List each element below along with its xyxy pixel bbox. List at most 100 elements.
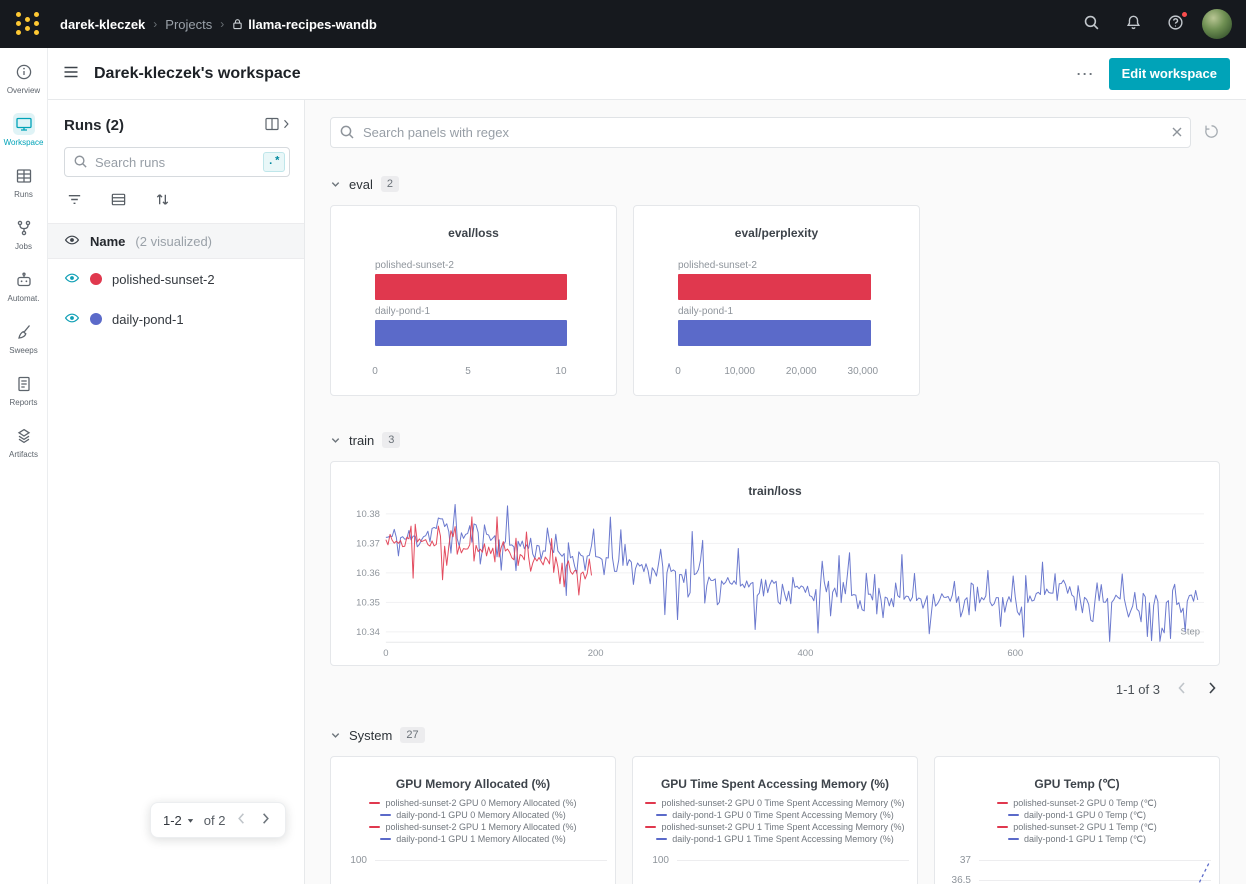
section-count-badge: 3 <box>382 432 400 448</box>
breadcrumb-separator: › <box>220 17 224 31</box>
toggle-all-visibility-button[interactable] <box>64 232 80 251</box>
next-panel-button[interactable] <box>1204 680 1220 699</box>
prev-page-button[interactable] <box>234 811 249 829</box>
gridline <box>375 860 607 861</box>
chart-panel-eval-loss[interactable]: eval/loss polished-sunset-2daily-pond-10… <box>330 205 617 396</box>
section-count-badge: 27 <box>400 727 424 743</box>
top-navbar: darek-kleczek › Projects › llama-recipes… <box>0 0 1246 48</box>
run-row-polished-sunset-2[interactable]: polished-sunset-2 <box>48 259 304 299</box>
section-name: eval <box>349 177 373 192</box>
sidebar-item-workspace[interactable]: Workspace <box>1 110 47 150</box>
run-visibility-toggle[interactable] <box>64 310 80 329</box>
sidebar-item-jobs[interactable]: Jobs <box>1 214 47 254</box>
eye-icon <box>64 310 80 329</box>
chart-title: GPU Memory Allocated (%) <box>331 777 615 791</box>
sidebar-item-artifacts[interactable]: Artifacts <box>1 422 47 462</box>
section-eval-header[interactable]: eval 2 <box>330 176 399 192</box>
svg-text:200: 200 <box>588 648 604 659</box>
gridline <box>677 860 909 861</box>
filter-button[interactable] <box>64 191 84 211</box>
chevron-right-icon <box>1204 680 1220 699</box>
legend-label: polished-sunset-2 GPU 0 Memory Allocated… <box>385 798 576 808</box>
breadcrumb-user[interactable]: darek-kleczek <box>60 17 145 32</box>
breadcrumb-separator: › <box>153 17 157 31</box>
train-pagination: 1-1 of 3 <box>330 680 1220 699</box>
sidebar-item-reports[interactable]: Reports <box>1 370 47 410</box>
legend-label: polished-sunset-2 GPU 1 Memory Allocated… <box>385 822 576 832</box>
help-icon <box>1167 14 1184 34</box>
y-axis-tick: 37 <box>945 855 971 866</box>
section-train-header[interactable]: train 3 <box>330 432 400 448</box>
chart-panel-eval-perplexity[interactable]: eval/perplexity polished-sunset-2daily-p… <box>633 205 920 396</box>
svg-text:10.35: 10.35 <box>356 597 380 608</box>
legend-label: daily-pond-1 GPU 1 Time Spent Accessing … <box>672 834 894 844</box>
chart-plot: 37 36.5 <box>935 855 1219 884</box>
sort-button[interactable] <box>152 191 172 211</box>
clear-search-button[interactable] <box>1170 125 1184 142</box>
notifications-button[interactable] <box>1118 9 1148 39</box>
avatar[interactable] <box>1202 9 1232 39</box>
sidebar-item-runs[interactable]: Runs <box>1 162 47 202</box>
search-panels-input[interactable] <box>330 117 1191 148</box>
left-nav-rail: Overview Workspace Runs Jobs Automat. Sw… <box>0 48 48 884</box>
visualized-count: (2 visualized) <box>135 234 212 249</box>
search-icon <box>1083 14 1100 34</box>
fork-icon <box>13 217 35 239</box>
svg-text:10.36: 10.36 <box>356 568 380 579</box>
menu-button[interactable] <box>62 63 80 84</box>
search-history-button[interactable] <box>1203 123 1220 143</box>
svg-text:10.37: 10.37 <box>356 538 380 549</box>
run-row-daily-pond-1[interactable]: daily-pond-1 <box>48 299 304 339</box>
wandb-logo[interactable] <box>14 10 42 38</box>
expand-runs-table-button[interactable] <box>264 116 292 135</box>
next-page-button[interactable] <box>258 811 273 829</box>
chevron-left-icon <box>234 811 249 829</box>
search-button[interactable] <box>1076 9 1106 39</box>
edit-workspace-button[interactable]: Edit workspace <box>1109 58 1230 90</box>
rows-icon <box>110 191 127 211</box>
legend-label: polished-sunset-2 GPU 0 Temp (℃) <box>1013 798 1157 809</box>
temp-series-line <box>1173 857 1213 884</box>
chart-panel-gpu-temp[interactable]: GPU Temp (℃) polished-sunset-2 GPU 0 Tem… <box>934 756 1220 884</box>
legend-mark <box>380 838 391 840</box>
breadcrumb-projects[interactable]: Projects <box>165 17 212 32</box>
sidebar-item-overview[interactable]: Overview <box>1 58 47 98</box>
breadcrumb-project[interactable]: llama-recipes-wandb <box>232 17 377 32</box>
info-icon <box>13 61 35 83</box>
help-notification-dot <box>1181 11 1188 18</box>
page-size-dropdown[interactable]: 1-2 <box>163 813 195 828</box>
svg-text:Step: Step <box>1181 626 1200 637</box>
chart-panel-gpu-time-accessing-memory[interactable]: GPU Time Spent Accessing Memory (%) poli… <box>632 756 918 884</box>
runs-table-header: Name (2 visualized) <box>48 223 304 259</box>
regex-toggle-button[interactable]: .* <box>263 152 285 172</box>
eye-icon <box>64 270 80 289</box>
sidebar-item-automations[interactable]: Automat. <box>1 266 47 306</box>
svg-text:10.34: 10.34 <box>356 627 380 638</box>
run-name: polished-sunset-2 <box>112 272 215 287</box>
name-column-header: Name <box>90 234 125 249</box>
chevron-left-icon <box>1174 680 1190 699</box>
legend-label: daily-pond-1 GPU 0 Time Spent Accessing … <box>672 810 894 820</box>
sort-icon <box>154 191 171 211</box>
caret-down-icon <box>186 816 195 825</box>
legend-mark <box>1008 838 1019 840</box>
chart-plot: 100 <box>331 855 615 884</box>
chevron-down-icon <box>330 179 341 190</box>
prev-panel-button[interactable] <box>1174 680 1190 699</box>
overflow-menu-button[interactable]: ⋯ <box>1076 65 1095 83</box>
section-system-header[interactable]: System 27 <box>330 727 425 743</box>
y-axis-tick: 36.5 <box>945 875 971 884</box>
table-icon <box>13 165 35 187</box>
sidebar-item-sweeps[interactable]: Sweeps <box>1 318 47 358</box>
page-total: of 2 <box>204 813 226 828</box>
legend-mark <box>645 802 656 804</box>
breadcrumb: darek-kleczek › Projects › llama-recipes… <box>60 17 377 32</box>
svg-text:0: 0 <box>383 648 388 659</box>
search-runs-input[interactable] <box>64 147 290 177</box>
run-visibility-toggle[interactable] <box>64 270 80 289</box>
help-button[interactable] <box>1160 9 1190 39</box>
chart-panel-gpu-memory-allocated[interactable]: GPU Memory Allocated (%) polished-sunset… <box>330 756 616 884</box>
section-count-badge: 2 <box>381 176 399 192</box>
chart-panel-train-loss[interactable]: 10.3410.3510.3610.3710.380200400600Step … <box>330 461 1220 666</box>
group-button[interactable] <box>108 191 128 211</box>
